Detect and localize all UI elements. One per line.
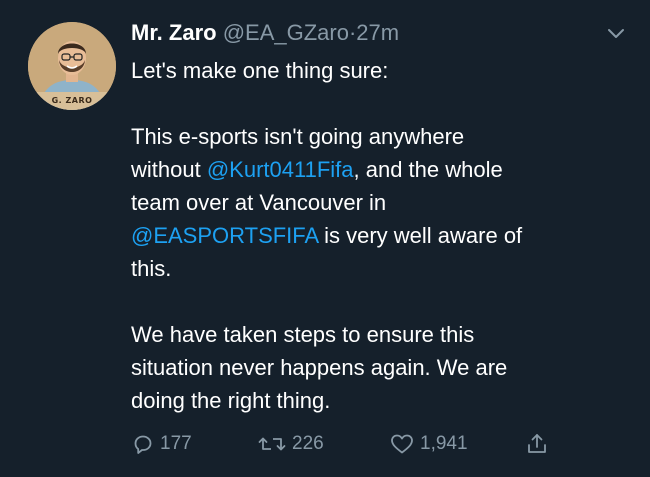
text-fragment: , and the whole — [353, 157, 503, 182]
reply-icon — [131, 432, 155, 456]
mention-link-kurt0411fifa[interactable]: @Kurt0411Fifa — [207, 157, 354, 182]
text-line: Let's make one thing sure: — [131, 58, 389, 83]
text-line: this. — [131, 256, 172, 281]
text-fragment: without — [131, 157, 207, 182]
user-handle[interactable]: @EA_GZaro — [223, 20, 349, 45]
retweet-button[interactable]: 226 — [257, 426, 324, 462]
mention-link-easportsfifa[interactable]: @EASPORTSFIFA — [131, 223, 318, 248]
reply-button[interactable]: 177 — [131, 426, 192, 462]
chevron-down-icon[interactable] — [604, 22, 628, 46]
timestamp[interactable]: 27m — [356, 20, 399, 45]
text-line: doing the right thing. — [131, 388, 331, 413]
text-line: team over at Vancouver in — [131, 190, 387, 215]
text-fragment: is very well aware of — [317, 223, 523, 248]
heart-icon — [389, 432, 415, 456]
like-count: 1,941 — [420, 433, 468, 454]
retweet-icon — [257, 432, 287, 456]
reply-count: 177 — [160, 433, 192, 454]
tweet-text: Let's make one thing sure: This e-sports… — [131, 54, 631, 417]
text-line: situation never happens again. We are — [131, 355, 508, 380]
tweet-header: Mr. Zaro @EA_GZaro·27m — [131, 17, 399, 49]
retweet-count: 226 — [292, 433, 324, 454]
like-button[interactable]: 1,941 — [389, 426, 468, 462]
text-line: This e-sports isn't going anywhere — [131, 124, 465, 149]
share-button[interactable] — [525, 426, 549, 462]
avatar-label: G. ZARO — [51, 96, 93, 105]
tweet-actions: 177 226 1,941 — [131, 426, 631, 462]
text-line: @EASPORTSFIFA is very well aware of — [131, 219, 631, 252]
text-line: We have taken steps to ensure this — [131, 322, 475, 347]
tweet[interactable]: G. ZARO Mr. Zaro @EA_GZaro·27m Let's mak… — [0, 0, 650, 477]
share-icon — [525, 432, 549, 456]
text-line: without @Kurt0411Fifa, and the whole — [131, 153, 631, 186]
avatar[interactable]: G. ZARO — [28, 22, 116, 110]
display-name[interactable]: Mr. Zaro — [131, 20, 217, 45]
